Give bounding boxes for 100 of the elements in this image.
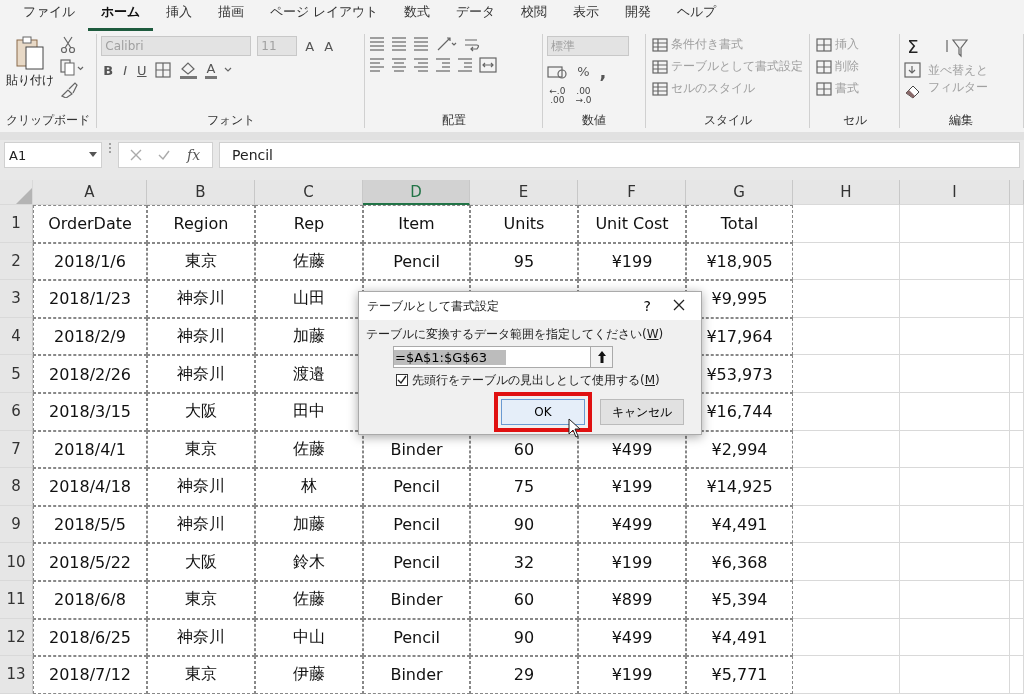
table-cell: 60	[470, 580, 578, 619]
table-cell: Pencil	[363, 505, 470, 544]
row-header[interactable]: 11	[0, 580, 33, 619]
table-cell: 東京	[147, 430, 255, 469]
copy-icon[interactable]	[60, 59, 84, 77]
eraser-icon[interactable]	[903, 83, 922, 99]
table-cell: 32	[470, 543, 578, 581]
caret-icon[interactable]	[223, 66, 234, 74]
column-header[interactable]: D	[363, 180, 470, 205]
table-cell: 神奈川	[147, 618, 255, 657]
row-header[interactable]: 8	[0, 468, 33, 506]
column-header[interactable]: E	[470, 180, 578, 205]
scissors-icon[interactable]	[60, 36, 76, 54]
collapse-button[interactable]	[590, 347, 612, 367]
help-button[interactable]: ?	[635, 298, 659, 314]
table-cell: 神奈川	[147, 317, 255, 356]
group-label: スタイル	[702, 112, 753, 128]
paste-button[interactable]: 貼り付け	[4, 36, 56, 89]
column-header[interactable]: G	[686, 180, 793, 205]
insert-function-button[interactable]: fx	[185, 147, 203, 163]
column-header[interactable]: B	[147, 180, 255, 205]
borders-icon[interactable]	[154, 62, 173, 78]
table-cell: ¥499	[578, 618, 686, 657]
cancel-icon[interactable]	[129, 148, 143, 162]
table-cell: 2018/4/1	[33, 430, 147, 469]
table-cell: 2018/7/12	[33, 656, 147, 694]
table-cell: Rep	[255, 205, 363, 243]
align-top-icon[interactable]	[369, 36, 386, 52]
row-header[interactable]: 6	[0, 392, 33, 431]
brush-icon[interactable]	[60, 82, 78, 98]
column-header[interactable]: I	[900, 180, 1010, 205]
align-center-icon[interactable]	[391, 57, 408, 73]
align-right-icon[interactable]	[413, 57, 430, 73]
ok-button[interactable]: OK	[501, 399, 585, 425]
table-cell: Region	[147, 205, 255, 243]
name-box[interactable]: A1	[4, 142, 102, 168]
table-cell: 2018/4/18	[33, 468, 147, 506]
range-field[interactable]: =$A$1:$G$63	[393, 346, 613, 368]
column-header[interactable]: C	[255, 180, 363, 205]
dropdown-caret-icon	[89, 152, 97, 158]
table-cell: Units	[470, 205, 578, 243]
ribbon-tab[interactable]: 描画	[205, 3, 257, 31]
fill-down-icon[interactable]	[903, 62, 922, 78]
table-cell: ¥199	[578, 543, 686, 581]
row-header[interactable]: 4	[0, 317, 33, 356]
cancel-button[interactable]: キャンセル	[600, 399, 684, 425]
empty-cell	[1010, 280, 1024, 318]
close-icon	[673, 299, 685, 311]
table-cell: 2018/1/23	[33, 280, 147, 318]
header-checkbox[interactable]	[396, 374, 408, 386]
checkbox-label: 先頭行をテーブルの見出しとして使用する(M)	[412, 372, 660, 388]
cells-icon	[816, 37, 833, 52]
table-cell: 神奈川	[147, 505, 255, 544]
column-header[interactable]: A	[33, 180, 147, 205]
table-cell: ¥4,491	[686, 618, 793, 657]
currency-icon[interactable]	[547, 63, 570, 80]
table-cell: Pencil	[363, 242, 470, 281]
group-label: フォント	[205, 112, 256, 128]
row-header[interactable]: 3	[0, 280, 33, 318]
row-header[interactable]: 10	[0, 543, 33, 581]
ribbon-tab[interactable]: 数式	[391, 3, 444, 31]
table-cell: 90	[470, 618, 578, 657]
column-header[interactable]: H	[793, 180, 900, 205]
row-header[interactable]: 13	[0, 656, 33, 694]
ribbon-tab[interactable]: ページ レイアウト	[257, 3, 392, 31]
row-header[interactable]: 5	[0, 355, 33, 393]
column-header[interactable]: F	[578, 180, 686, 205]
row-header[interactable]: 12	[0, 618, 33, 657]
ribbon-tab[interactable]: 校閲	[508, 3, 561, 31]
table-cell: Item	[363, 205, 470, 243]
row-header[interactable]: 9	[0, 505, 33, 544]
align-left-icon[interactable]	[369, 57, 386, 73]
fill-bucket-icon[interactable]	[178, 61, 199, 79]
row-header[interactable]: 2	[0, 242, 33, 281]
ribbon-tab[interactable]: 開発	[612, 3, 665, 31]
group-label: 数値	[581, 112, 608, 128]
align-middle-icon[interactable]	[391, 36, 408, 52]
ribbon-tab[interactable]: ファイル	[10, 3, 88, 31]
ribbon-tab[interactable]: 挿入	[153, 3, 205, 31]
table-cell: ¥18,905	[686, 242, 793, 281]
table-cell: 中山	[255, 618, 363, 657]
table-cell: 東京	[147, 656, 255, 694]
orientation-icon[interactable]	[435, 36, 458, 52]
table-cell: ¥199	[578, 242, 686, 281]
merge-cells-icon[interactable]	[479, 57, 498, 73]
indent-increase-icon[interactable]	[457, 57, 474, 73]
table-cell: Total	[686, 205, 793, 243]
ribbon-tab[interactable]: ヘルプ	[664, 3, 730, 31]
check-icon[interactable]	[157, 148, 171, 162]
empty-cell	[1010, 468, 1024, 506]
align-bottom-icon[interactable]	[413, 36, 430, 52]
row-header[interactable]: 1	[0, 205, 33, 243]
range-prompt: テーブルに変換するデータ範囲を指定してください(W)	[366, 326, 665, 342]
ribbon-tab[interactable]: データ	[443, 3, 509, 31]
ribbon-tab[interactable]: 表示	[560, 3, 613, 31]
wrap-text-icon[interactable]	[463, 36, 482, 52]
indent-decrease-icon[interactable]	[435, 57, 452, 73]
formula-field[interactable]: Pencil	[219, 142, 1020, 168]
table-cell: 大阪	[147, 392, 255, 431]
row-header[interactable]: 7	[0, 430, 33, 469]
